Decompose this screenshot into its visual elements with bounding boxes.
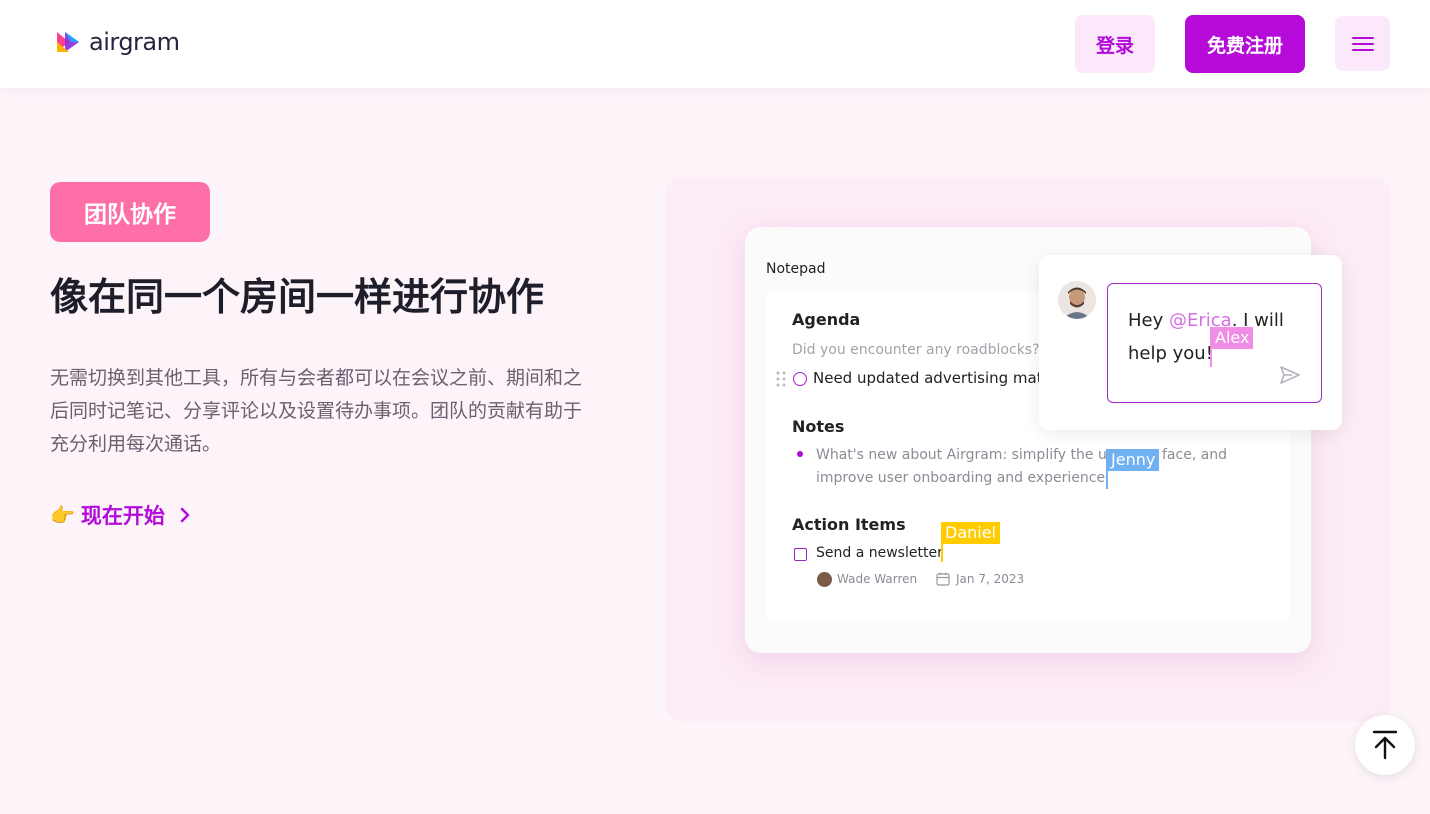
notepad-title: Notepad [766,261,826,277]
cursor-bar-daniel [941,522,943,562]
get-started-link[interactable]: 👉 现在开始 [50,500,195,530]
site-header: airgram 登录 免费注册 [0,0,1430,88]
notes-line-1: What's new about Airgram: simplify the u… [816,447,1115,463]
get-started-label: 现在开始 [80,504,165,528]
scroll-to-top-button[interactable] [1355,715,1415,775]
send-icon[interactable] [1280,366,1300,384]
notes-line-1-end: face, and [1162,447,1228,463]
notes-line-2: improve user onboarding and experience. [816,470,1110,486]
action-checkbox[interactable] [794,548,807,561]
cursor-bar-jenny [1106,449,1108,489]
assignee-name: Wade Warren [837,572,918,586]
hamburger-icon [1351,36,1374,51]
pointing-hand-icon: 👉 [50,503,75,527]
agenda-radio[interactable] [793,372,807,386]
hero-title: 像在同一个房间一样进行协作 [50,275,545,319]
agenda-heading: Agenda [792,310,861,329]
cursor-label-jenny: Jenny [1107,449,1160,471]
logo-wordmark: airgram [89,28,180,56]
cursor-bar-alex [1210,327,1212,367]
action-items-heading: Action Items [792,515,906,534]
cursor-label-daniel: Daniel [941,522,1000,544]
arrow-up-to-top-icon [1372,730,1398,760]
agenda-question: Did you encounter any roadblocks? [792,342,1040,358]
signup-button[interactable]: 免费注册 [1185,15,1305,73]
menu-button[interactable] [1335,16,1390,71]
section-tag: 团队协作 [50,182,210,242]
hero-description: 无需切换到其他工具，所有与会者都可以在会议之前、期间和之后同时记笔记、分享评论以… [50,367,583,455]
login-button[interactable]: 登录 [1075,15,1155,73]
assignee-avatar [817,572,832,587]
cursor-label-alex: Alex [1211,327,1254,349]
airgram-logo-icon [55,28,83,56]
due-date: Jan 7, 2023 [956,572,1025,586]
calendar-icon [936,572,950,586]
notes-heading: Notes [792,417,845,436]
chevron-right-icon [180,507,190,523]
comment-text-start: Hey [1128,310,1169,331]
bullet-dot [797,451,803,457]
drag-handle-icon[interactable] [776,371,786,387]
action-item[interactable]: Send a newsletter [816,545,943,561]
agenda-item[interactable]: Need updated advertising mater [813,369,1058,387]
airgram-logo[interactable]: airgram [55,28,180,56]
commenter-avatar [1058,281,1096,319]
